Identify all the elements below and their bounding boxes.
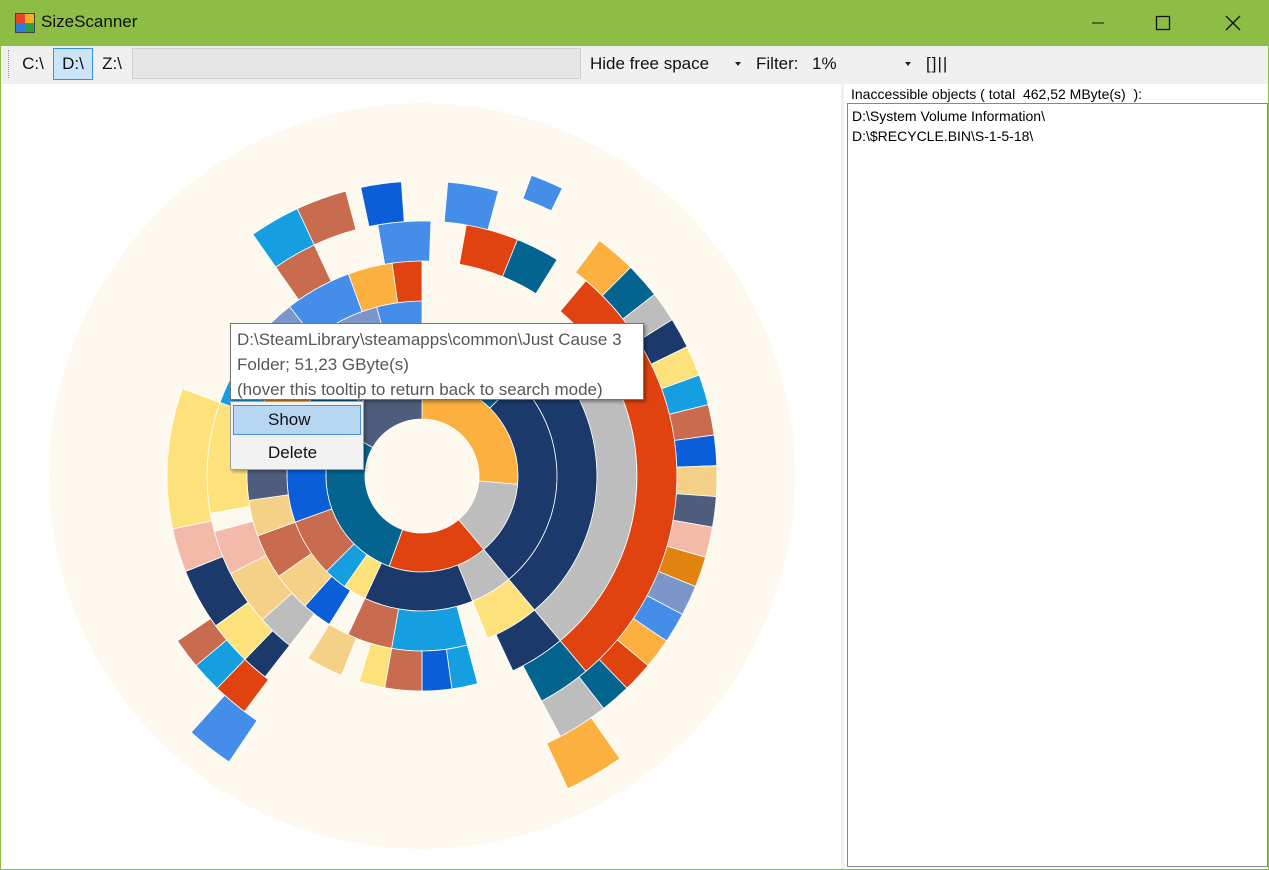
folder-tooltip[interactable]: D:\SteamLibrary\steamapps\common\Just Ca…	[230, 323, 644, 400]
menu-item-show[interactable]: Show	[233, 405, 361, 435]
sunburst-chart[interactable]	[1, 84, 839, 869]
context-menu: Show Delete	[230, 401, 364, 470]
sunburst-segment[interactable]	[421, 648, 453, 692]
minimize-icon	[1092, 22, 1104, 24]
maximize-button[interactable]	[1128, 0, 1198, 46]
filter-dropdown[interactable]: 1%	[807, 48, 919, 80]
sunburst-segment[interactable]	[391, 260, 423, 304]
sunburst-segment[interactable]	[377, 220, 432, 265]
sunburst-rings	[49, 103, 795, 849]
filter-value: 1%	[812, 54, 837, 73]
free-space-dropdown[interactable]: Hide free space	[585, 48, 747, 80]
filter-label: Filter:	[756, 54, 799, 73]
app-icon	[15, 13, 35, 33]
inaccessible-list[interactable]: D:\System Volume Information\ D:\$RECYCL…	[847, 103, 1268, 867]
maximize-icon	[1155, 15, 1171, 31]
tooltip-path: D:\SteamLibrary\steamapps\common\Just Ca…	[237, 330, 622, 349]
drive-c-button[interactable]: C:\	[15, 48, 51, 80]
drive-z-button[interactable]: Z:\	[94, 48, 130, 80]
menu-item-delete[interactable]: Delete	[233, 438, 361, 468]
app-window: SizeScanner C:\ D:\ Z:\ Hide free space …	[1, 0, 1268, 869]
drive-d-button[interactable]: D:\	[53, 48, 93, 80]
toolbar-grip[interactable]	[8, 50, 11, 78]
sunburst-segment[interactable]	[443, 181, 499, 231]
panel-splitter[interactable]	[841, 84, 844, 869]
free-space-value: Hide free space	[590, 54, 710, 73]
close-button[interactable]	[1198, 0, 1268, 46]
list-item[interactable]: D:\System Volume Information\	[852, 106, 1263, 126]
window-title: SizeScanner	[41, 12, 138, 31]
title-bar[interactable]: SizeScanner	[1, 0, 1268, 46]
dropdown-arrow-icon	[905, 62, 911, 66]
tooltip-info: Folder; 51,23 GByte(s)	[237, 355, 409, 374]
dropdown-arrow-icon	[735, 62, 741, 66]
close-icon	[1225, 15, 1241, 31]
toolbar: C:\ D:\ Z:\ Hide free space Filter: 1% […	[1, 46, 1268, 84]
path-input[interactable]	[132, 48, 581, 79]
minimize-button[interactable]	[1063, 0, 1133, 46]
layout-toggle-button[interactable]: []||	[926, 48, 948, 80]
list-item[interactable]: D:\$RECYCLE.BIN\S-1-5-18\	[852, 126, 1263, 146]
tooltip-hint: (hover this tooltip to return back to se…	[237, 380, 603, 399]
sunburst-segment[interactable]	[360, 181, 405, 228]
sunburst-segment[interactable]	[674, 434, 718, 468]
sunburst-segment[interactable]	[391, 605, 468, 652]
sunburst-segment[interactable]	[675, 465, 718, 498]
inaccessible-header: Inaccessible objects ( total 462,52 MByt…	[851, 86, 1143, 102]
